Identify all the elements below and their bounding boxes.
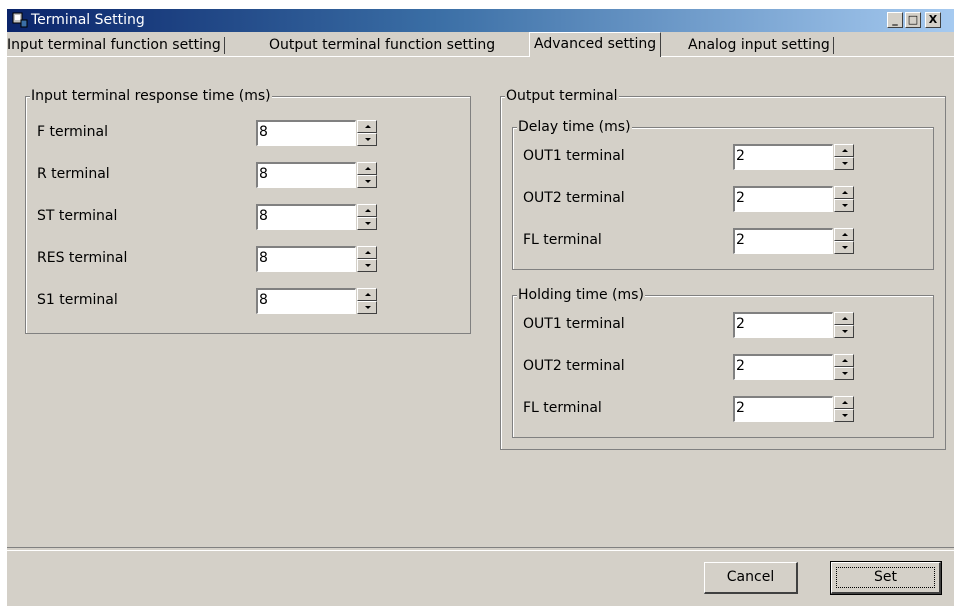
group-title: Delay time (ms) [517, 119, 632, 135]
delay-fl-spinner: 2 [733, 228, 857, 254]
spin-up-icon[interactable] [357, 120, 377, 133]
spin-down-icon[interactable] [834, 367, 854, 380]
delay-out2-spinner: 2 [733, 186, 857, 212]
holding-time-group: Holding time (ms) OUT1 terminal 2 OUT2 t… [512, 287, 934, 438]
terminal-setting-window: Terminal Setting _ □ X Input terminal fu… [7, 9, 954, 606]
holding-fl-input[interactable]: 2 [733, 396, 833, 422]
s1-terminal-input[interactable]: 8 [256, 288, 356, 314]
delay-fl-input[interactable]: 2 [733, 228, 833, 254]
spin-up-icon[interactable] [834, 228, 854, 241]
holding-out2-label: OUT2 terminal [523, 358, 625, 374]
tab-label: Input terminal function setting [7, 37, 221, 53]
spin-down-icon[interactable] [357, 175, 377, 188]
cancel-button-label: Cancel [726, 569, 775, 585]
tab-label: Output terminal function setting [269, 37, 496, 53]
spin-up-icon[interactable] [834, 396, 854, 409]
spin-up-icon[interactable] [357, 162, 377, 175]
spin-down-icon[interactable] [357, 217, 377, 230]
res-terminal-label: RES terminal [37, 250, 128, 266]
s1-terminal-spinner: 8 [256, 288, 380, 314]
spin-up-icon[interactable] [357, 204, 377, 217]
tab-input-terminal-function[interactable]: Input terminal function setting [3, 35, 225, 55]
spin-down-icon[interactable] [834, 157, 854, 170]
r-terminal-input[interactable]: 8 [256, 162, 356, 188]
tab-output-terminal-function[interactable]: Output terminal function setting [265, 35, 499, 55]
spin-up-icon[interactable] [357, 288, 377, 301]
f-terminal-spinner: 8 [256, 120, 380, 146]
spin-down-icon[interactable] [357, 133, 377, 146]
tab-label: Advanced setting [534, 36, 657, 52]
st-terminal-label: ST terminal [37, 208, 118, 224]
spin-down-icon[interactable] [834, 409, 854, 422]
spin-up-icon[interactable] [834, 186, 854, 199]
res-terminal-spinner: 8 [256, 246, 380, 272]
holding-out1-spinner: 2 [733, 312, 857, 338]
close-icon: X [928, 13, 938, 26]
spin-up-icon[interactable] [834, 354, 854, 367]
delay-out2-label: OUT2 terminal [523, 190, 625, 206]
tab-advanced-setting[interactable]: Advanced setting [529, 32, 662, 57]
delay-time-group: Delay time (ms) OUT1 terminal 2 OUT2 ter… [512, 119, 934, 270]
holding-out2-spinner: 2 [733, 354, 857, 380]
minimize-button[interactable]: _ [887, 12, 903, 28]
r-terminal-label: R terminal [37, 166, 110, 182]
group-title: Output terminal [505, 88, 619, 104]
set-button[interactable]: Set [830, 561, 942, 595]
spin-down-icon[interactable] [357, 259, 377, 272]
tab-label: Analog input setting [688, 37, 830, 53]
holding-fl-spinner: 2 [733, 396, 857, 422]
output-terminal-group: Output terminal Delay time (ms) OUT1 ter… [500, 88, 946, 450]
spin-down-icon[interactable] [357, 301, 377, 314]
holding-fl-label: FL terminal [523, 400, 602, 416]
res-terminal-input[interactable]: 8 [256, 246, 356, 272]
tab-strip: Input terminal function setting Output t… [7, 32, 954, 57]
spin-down-icon[interactable] [834, 325, 854, 338]
app-icon [12, 12, 28, 28]
holding-out1-input[interactable]: 2 [733, 312, 833, 338]
spin-up-icon[interactable] [834, 144, 854, 157]
spin-up-icon[interactable] [357, 246, 377, 259]
f-terminal-label: F terminal [37, 124, 108, 140]
r-terminal-spinner: 8 [256, 162, 380, 188]
maximize-icon: □ [907, 13, 919, 26]
group-title: Input terminal response time (ms) [30, 88, 272, 104]
delay-out1-input[interactable]: 2 [733, 144, 833, 170]
input-response-time-group: Input terminal response time (ms) F term… [25, 88, 471, 334]
f-terminal-input[interactable]: 8 [256, 120, 356, 146]
s1-terminal-label: S1 terminal [37, 292, 118, 308]
delay-fl-label: FL terminal [523, 232, 602, 248]
holding-out2-input[interactable]: 2 [733, 354, 833, 380]
close-button[interactable]: X [925, 12, 941, 28]
spin-down-icon[interactable] [834, 241, 854, 254]
window-title: Terminal Setting [31, 12, 145, 28]
minimize-icon: _ [892, 13, 898, 26]
spin-up-icon[interactable] [834, 312, 854, 325]
group-title: Holding time (ms) [517, 287, 645, 303]
tab-analog-input-setting[interactable]: Analog input setting [684, 35, 834, 55]
holding-out1-label: OUT1 terminal [523, 316, 625, 332]
delay-out1-spinner: 2 [733, 144, 857, 170]
maximize-button[interactable]: □ [905, 12, 921, 28]
st-terminal-input[interactable]: 8 [256, 204, 356, 230]
delay-out2-input[interactable]: 2 [733, 186, 833, 212]
st-terminal-spinner: 8 [256, 204, 380, 230]
focus-rect [836, 567, 935, 588]
delay-out1-label: OUT1 terminal [523, 148, 625, 164]
cancel-button[interactable]: Cancel [704, 562, 798, 594]
title-bar[interactable]: Terminal Setting _ □ X [7, 9, 954, 32]
spin-down-icon[interactable] [834, 199, 854, 212]
footer-divider [7, 547, 954, 551]
